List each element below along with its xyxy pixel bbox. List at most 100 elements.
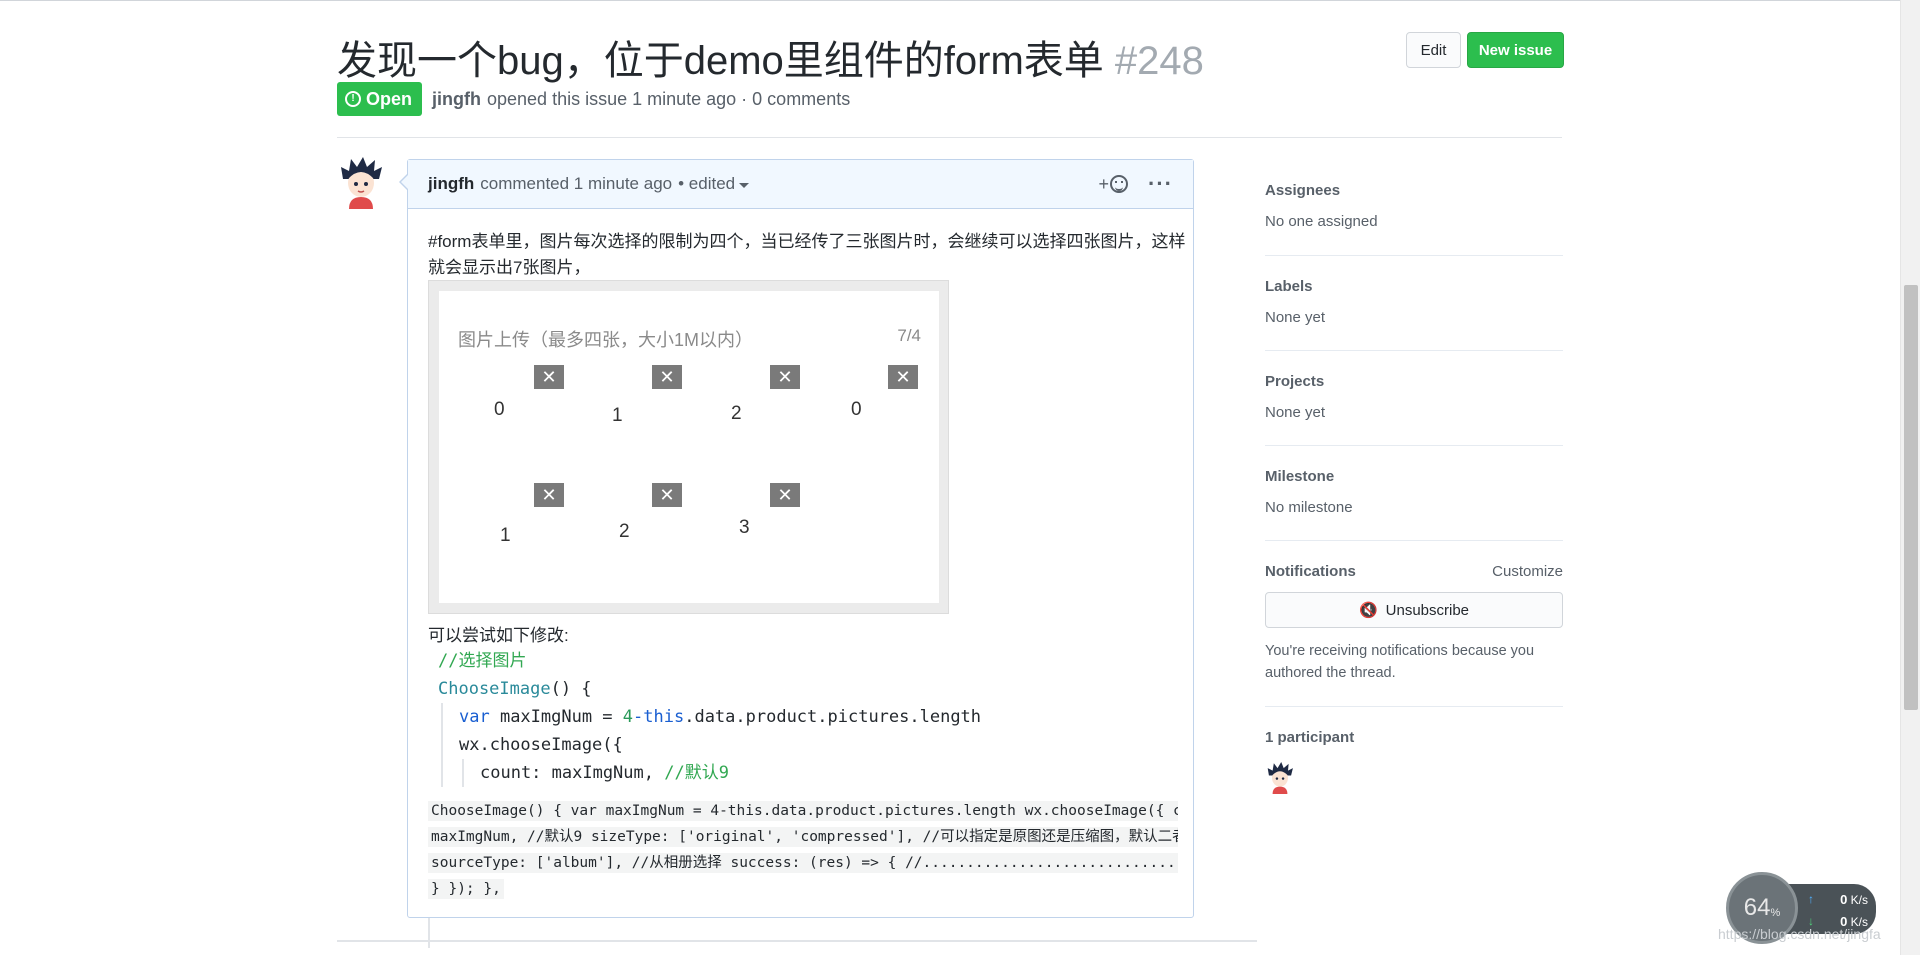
issue-number: #248 — [1114, 39, 1204, 83]
comment-author-link[interactable]: jingfh — [428, 174, 474, 194]
image-index: 0 — [851, 399, 862, 420]
comment-actions: + ··· — [1099, 173, 1174, 195]
issue-title: 发现一个bug，位于demo里组件的form表单 #248 — [337, 28, 1204, 86]
issue-author-link[interactable]: jingfh — [432, 89, 481, 110]
code-wall-line: ChooseImage() { var maxImgNum = 4-this.d… — [428, 798, 1178, 824]
comment-action[interactable]: commented 1 minute ago — [480, 174, 672, 194]
labels-heading-text: Labels — [1265, 278, 1313, 295]
code-snippet: //选择图片 ChooseImage() { var maxImgNum = 4… — [428, 647, 1048, 787]
issue-meta: ! Open jingfh opened this issue 1 minute… — [337, 82, 850, 116]
memory-percent: 64 — [1743, 894, 1771, 921]
issue-sidebar: Assignees No one assigned Labels None ye… — [1265, 170, 1563, 799]
code-line: count: maxImgNum, //默认9 — [428, 759, 1048, 787]
code-keyword: -this — [633, 707, 685, 727]
code-number: 4 — [622, 707, 634, 727]
state-label: Open — [366, 88, 413, 109]
code-line: wx.chooseImage({ — [428, 731, 1048, 759]
watermark-text: https://blog.csdn.net/jingfa — [1718, 926, 1881, 942]
indent-guide — [441, 759, 443, 787]
milestone-heading-text: Milestone — [1265, 468, 1335, 485]
inline-code: sourceType: ['album'], //从相册选择 success: … — [428, 853, 1178, 873]
code-text: wx.chooseImage({ — [459, 735, 623, 755]
labels-value: None yet — [1265, 309, 1326, 326]
sidebar-participants: 1 participant — [1265, 707, 1563, 799]
projects-heading[interactable]: Projects — [1265, 373, 1563, 390]
unsubscribe-label: Unsubscribe — [1385, 601, 1470, 619]
assignees-heading[interactable]: Assignees — [1265, 182, 1563, 199]
issue-title-text: 发现一个bug，位于demo里组件的form表单 — [337, 39, 1104, 83]
inline-code-block: ChooseImage() { var maxImgNum = 4-this.d… — [428, 798, 1178, 902]
percent-unit: % — [1770, 907, 1781, 919]
code-line: ChooseImage() { — [428, 675, 1048, 703]
image-index: 1 — [612, 405, 623, 426]
code-wall-line: maxImgNum, //默认9 sizeType: ['original', … — [428, 824, 1178, 850]
inline-code: } }); }, — [428, 879, 504, 899]
edited-dropdown[interactable]: • edited — [678, 174, 750, 194]
inline-code: maxImgNum, //默认9 sizeType: ['original', … — [428, 827, 1178, 847]
image-index: 1 — [500, 525, 511, 546]
add-reaction-button[interactable]: + — [1099, 174, 1129, 195]
notification-reason: You're receiving notifications because y… — [1265, 643, 1535, 681]
issue-comment: jingfh commented 1 minute ago • edited +… — [399, 159, 1194, 918]
author-avatar[interactable] — [337, 157, 385, 209]
mute-icon: 🔇 — [1358, 602, 1378, 619]
code-text: count: maxImgNum, — [480, 763, 665, 783]
milestone-heading[interactable]: Milestone — [1265, 468, 1563, 485]
state-badge: ! Open — [337, 82, 423, 116]
code-text: .data.product.pictures.length — [684, 707, 982, 727]
delete-image-icon: ✕ — [888, 365, 918, 389]
plus-label: + — [1098, 173, 1110, 194]
participants-heading: 1 participant — [1265, 729, 1563, 746]
delete-image-icon: ✕ — [652, 365, 682, 389]
smiley-icon — [1110, 175, 1129, 193]
sidebar-notifications: Notifications Customize 🔇 Unsubscribe Yo… — [1265, 541, 1563, 707]
milestone-value: No milestone — [1265, 499, 1353, 516]
delete-image-icon: ✕ — [534, 365, 564, 389]
code-wall-line: } }); }, — [428, 876, 1178, 902]
edit-button[interactable]: Edit — [1406, 32, 1461, 68]
projects-value: None yet — [1265, 404, 1326, 421]
issue-container: 发现一个bug，位于demo里组件的form表单 #248 Edit New i… — [337, 0, 1564, 955]
header-divider — [337, 137, 1562, 138]
delete-image-icon: ✕ — [652, 483, 682, 507]
upload-unit: K/s — [1850, 892, 1868, 907]
issue-meta-text: opened this issue 1 minute ago · 0 comme… — [487, 88, 851, 109]
code-line: var maxImgNum = 4-this.data.product.pict… — [428, 703, 1048, 731]
code-text: maxImgNum = — [489, 707, 623, 727]
timeline-connector — [428, 918, 430, 948]
code-comment: //默认9 — [664, 763, 729, 783]
indent-guide — [441, 703, 443, 731]
code-wall-line: sourceType: ['album'], //从相册选择 success: … — [428, 850, 1178, 876]
assignees-heading-text: Assignees — [1265, 182, 1341, 199]
image-index: 2 — [731, 403, 742, 424]
sidebar-projects[interactable]: Projects None yet — [1265, 351, 1563, 446]
sidebar-labels[interactable]: Labels None yet — [1265, 256, 1563, 351]
comment-paragraph: #form表单里，图片每次选择的限制为四个，当已经传了三张图片时，会继续可以选择… — [428, 232, 1186, 277]
caret-down-icon — [739, 182, 750, 188]
participant-avatar[interactable] — [1265, 762, 1295, 794]
embedded-screenshot: 图片上传（最多四张，大小1M以内） 7/4 ✕ ✕ ✕ ✕ 0 1 2 0 ✕ … — [428, 280, 949, 614]
screenshot-canvas: 图片上传（最多四张，大小1M以内） 7/4 ✕ ✕ ✕ ✕ 0 1 2 0 ✕ … — [439, 291, 939, 603]
scrollbar-thumb[interactable] — [1904, 285, 1918, 710]
indent-guide — [441, 731, 443, 759]
unsubscribe-button[interactable]: 🔇 Unsubscribe — [1265, 592, 1563, 628]
image-index: 2 — [619, 521, 630, 542]
sidebar-milestone[interactable]: Milestone No milestone — [1265, 446, 1563, 541]
page-scrollbar[interactable] — [1900, 0, 1920, 955]
upload-count: 7/4 — [897, 326, 921, 345]
labels-heading[interactable]: Labels — [1265, 278, 1563, 295]
notifications-heading-text: Notifications — [1265, 563, 1356, 580]
sidebar-assignees[interactable]: Assignees No one assigned — [1265, 170, 1563, 256]
code-keyword: var — [459, 707, 490, 727]
kebab-menu-icon[interactable]: ··· — [1148, 173, 1173, 195]
comment-header: jingfh commented 1 minute ago • edited +… — [408, 160, 1193, 209]
code-comment: //选择图片 — [438, 651, 527, 671]
edited-label: • edited — [678, 174, 736, 193]
customize-link[interactable]: Customize — [1492, 563, 1563, 580]
code-function: ChooseImage — [438, 679, 551, 699]
delete-image-icon: ✕ — [770, 483, 800, 507]
image-index: 3 — [739, 517, 750, 538]
delete-image-icon: ✕ — [770, 365, 800, 389]
code-text: () { — [550, 679, 592, 699]
new-issue-button[interactable]: New issue — [1467, 32, 1564, 68]
